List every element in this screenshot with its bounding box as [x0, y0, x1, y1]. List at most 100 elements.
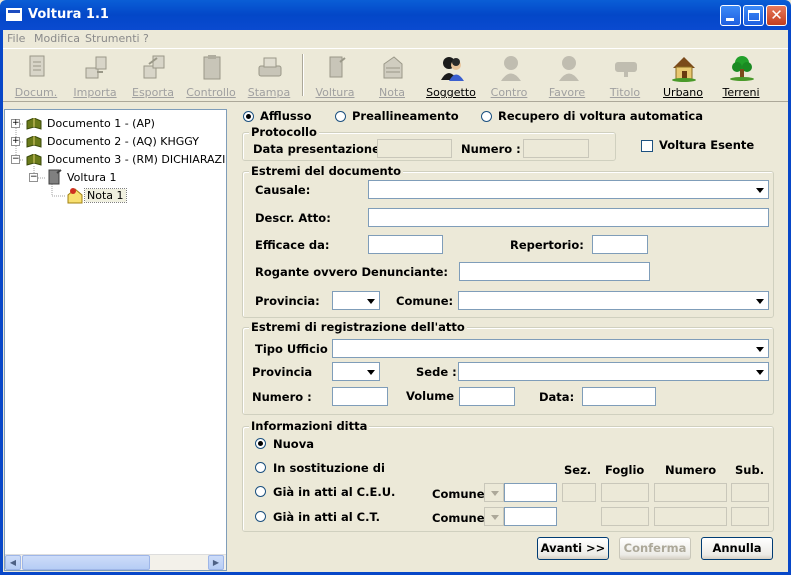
comune-ct-dropdown[interactable]	[484, 507, 504, 526]
export-icon	[143, 55, 165, 79]
scroll-thumb[interactable]	[22, 555, 150, 570]
collapse-toggle[interactable]: −	[29, 173, 38, 182]
chevron-down-icon[interactable]	[752, 341, 767, 356]
tool-contro-button[interactable]: Contro	[483, 52, 535, 99]
expand-toggle[interactable]: +	[11, 119, 20, 128]
descr-atto-field[interactable]	[368, 208, 769, 227]
window-title: Voltura 1.1	[28, 7, 109, 22]
tree-item-documento-1[interactable]: Documento 1 - (AP)	[47, 117, 155, 130]
numero-ct-field[interactable]	[654, 507, 727, 526]
tool-favore-button[interactable]: Favore	[541, 52, 593, 99]
chevron-down-icon[interactable]	[487, 485, 502, 500]
chevron-down-icon[interactable]	[752, 182, 767, 197]
tool-urbano-button[interactable]: Urbano	[657, 52, 709, 99]
voltura-esente-label[interactable]: Voltura Esente	[659, 138, 754, 152]
scroll-left-button[interactable]: ◀	[5, 555, 21, 570]
tool-stampa-button[interactable]: Stampa	[243, 52, 295, 99]
radio-nuova[interactable]	[255, 438, 266, 449]
tool-label: Stampa	[247, 86, 291, 99]
numero-reg-field[interactable]	[332, 387, 388, 406]
radio-ceu[interactable]	[255, 486, 266, 497]
radio-afflusso[interactable]	[243, 111, 254, 122]
tool-titolo-button[interactable]: Titolo	[599, 52, 651, 99]
tipo-ufficio-select[interactable]	[332, 339, 769, 358]
chevron-down-icon[interactable]	[752, 364, 767, 379]
note-icon	[67, 188, 83, 204]
radio-sostituzione-label[interactable]: In sostituzione di	[273, 461, 385, 475]
tool-nota-button[interactable]: Nota	[366, 52, 418, 99]
radio-recupero[interactable]	[481, 111, 492, 122]
sez-ceu-field[interactable]	[562, 483, 596, 502]
tool-importa-button[interactable]: Importa	[69, 52, 121, 99]
comune-ceu-field[interactable]	[504, 483, 557, 502]
close-button[interactable]: ✕	[766, 5, 787, 26]
menu-strumenti[interactable]: Strumenti	[85, 32, 140, 45]
tree-item-documento-2[interactable]: Documento 2 - (AQ) KHGGY	[47, 135, 199, 148]
radio-ceu-label[interactable]: Già in atti al C.E.U.	[273, 485, 395, 499]
data-reg-label: Data:	[539, 390, 575, 404]
causale-select[interactable]	[368, 180, 769, 199]
menu-file[interactable]: File	[7, 32, 25, 45]
comune-ct-field[interactable]	[504, 507, 557, 526]
radio-ct-label[interactable]: Già in atti al C.T.	[273, 510, 380, 524]
conferma-button[interactable]: Conferma	[619, 537, 691, 560]
radio-recupero-label[interactable]: Recupero di voltura automatica	[498, 109, 703, 123]
tool-label: Urbano	[663, 86, 703, 99]
sub-ceu-field[interactable]	[731, 483, 769, 502]
maximize-button[interactable]	[743, 5, 764, 26]
collapse-toggle[interactable]: −	[11, 155, 20, 164]
tool-voltura-button[interactable]: Voltura	[309, 52, 361, 99]
annulla-button[interactable]: Annulla	[701, 537, 773, 560]
tree-item-voltura-1[interactable]: Voltura 1	[67, 171, 117, 184]
volume-label: Volume :	[406, 389, 463, 403]
rogante-field[interactable]	[459, 262, 650, 281]
chevron-down-icon[interactable]	[487, 509, 502, 524]
radio-nuova-label[interactable]: Nuova	[273, 437, 314, 451]
tool-terreni-button[interactable]: Terreni	[715, 52, 767, 99]
radio-sostituzione[interactable]	[255, 462, 266, 473]
menu-help[interactable]: ?	[143, 32, 149, 45]
sede-select[interactable]	[458, 362, 769, 381]
efficace-da-field[interactable]	[368, 235, 443, 254]
tool-docum-button[interactable]: Docum.	[10, 52, 62, 99]
chevron-down-icon[interactable]	[363, 364, 378, 379]
data-reg-field[interactable]	[582, 387, 656, 406]
comune-ceu-dropdown[interactable]	[484, 483, 504, 502]
rogante-label: Rogante ovvero Denunciante:	[255, 265, 449, 279]
title-bar[interactable]	[0, 0, 791, 30]
sub-ct-field[interactable]	[731, 507, 769, 526]
tool-soggetto-button[interactable]: Soggetto	[425, 52, 477, 99]
foglio-ceu-field[interactable]	[601, 483, 649, 502]
voltura-esente-checkbox[interactable]	[641, 140, 653, 152]
radio-afflusso-label[interactable]: Afflusso	[260, 109, 312, 123]
menu-modifica[interactable]: Modifica	[34, 32, 80, 45]
expand-toggle[interactable]: +	[11, 137, 20, 146]
data-presentazione-field[interactable]	[377, 139, 452, 158]
foglio-ct-field[interactable]	[601, 507, 649, 526]
numero-protocollo-field[interactable]	[523, 139, 589, 158]
estremi-registrazione-title: Estremi di registrazione dell'atto	[249, 320, 467, 334]
provincia-reg-select[interactable]	[332, 362, 380, 381]
document-tree[interactable]: + Documento 1 - (AP) + Documento 2 - (AQ…	[4, 109, 227, 571]
radio-ct[interactable]	[255, 511, 266, 522]
volume-field[interactable]	[459, 387, 515, 406]
minimize-button[interactable]	[720, 5, 741, 26]
repertorio-field[interactable]	[592, 235, 648, 254]
tree-item-documento-3[interactable]: Documento 3 - (RM) DICHIARAZIONE	[47, 153, 225, 166]
chevron-down-icon[interactable]	[752, 293, 767, 308]
tree-item-nota-1[interactable]: Nota 1	[84, 188, 127, 203]
comune-doc-select[interactable]	[458, 291, 769, 310]
numero-ceu-field[interactable]	[654, 483, 727, 502]
scroll-right-button[interactable]: ▶	[208, 555, 224, 570]
informazioni-ditta-title: Informazioni ditta	[249, 419, 370, 433]
house-icon	[672, 57, 696, 82]
provincia-doc-select[interactable]	[332, 291, 380, 310]
protocollo-title: Protocollo	[249, 125, 319, 139]
radio-preallineamento[interactable]	[335, 111, 346, 122]
radio-preallineamento-label[interactable]: Preallineamento	[352, 109, 459, 123]
tool-controllo-button[interactable]: Controllo	[185, 52, 237, 99]
chevron-down-icon[interactable]	[363, 293, 378, 308]
avanti-button[interactable]: Avanti >>	[537, 537, 609, 560]
tool-label: Controllo	[186, 86, 236, 99]
tool-esporta-button[interactable]: Esporta	[127, 52, 179, 99]
